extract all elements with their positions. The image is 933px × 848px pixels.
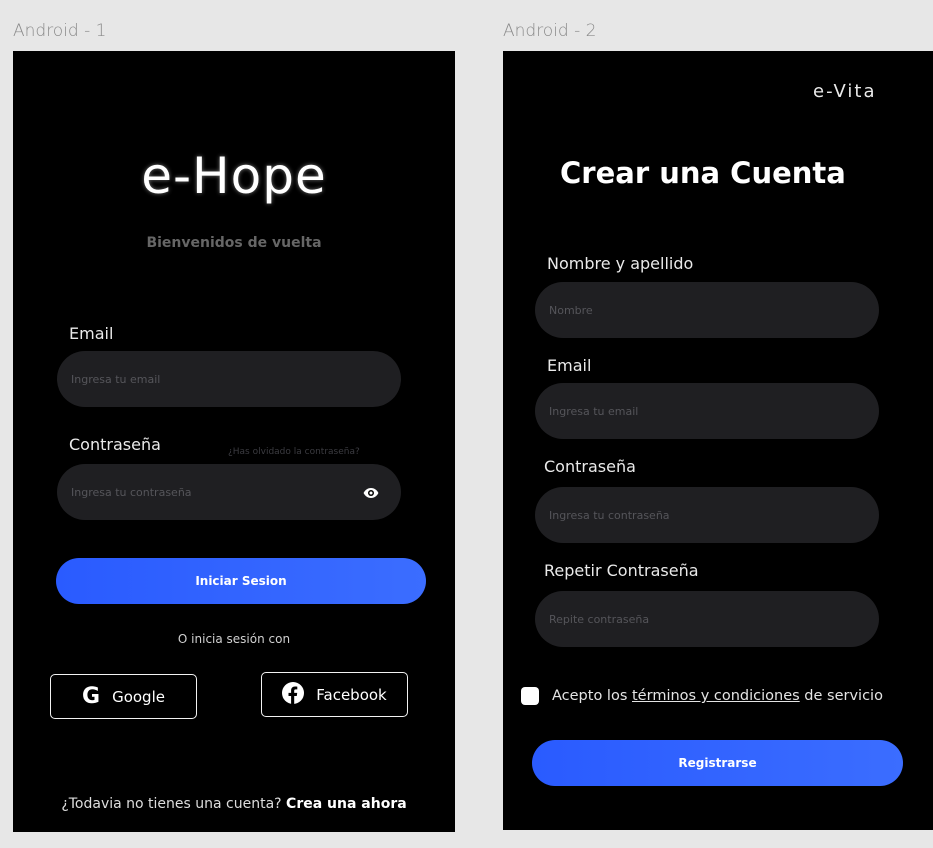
page-title: Crear una Cuenta (560, 156, 846, 190)
create-account-link[interactable]: Crea una ahora (286, 796, 407, 812)
no-account-text: ¿Todavia no tienes una cuenta? (61, 796, 282, 812)
facebook-label: Facebook (316, 685, 387, 704)
repeat-password-field[interactable] (535, 591, 879, 647)
register-button[interactable]: Registrarse (532, 740, 903, 786)
app-logo: e-Hope (141, 147, 327, 205)
email-field[interactable] (57, 351, 401, 407)
forgot-password-link[interactable]: ¿Has olvidado la contraseña? (228, 447, 360, 457)
google-button[interactable]: G Google (50, 674, 197, 719)
brand-name: e-Vita (813, 81, 877, 102)
email-label: Email (547, 356, 592, 375)
signup-prompt: ¿Todavia no tienes una cuenta? Crea una … (13, 796, 455, 812)
repeat-password-label: Repetir Contraseña (544, 561, 699, 580)
welcome-subtitle: Bienvenidos de vuelta (146, 235, 322, 251)
password-label: Contraseña (544, 457, 636, 476)
password-field[interactable] (57, 464, 401, 520)
register-screen: e-Vita Crear una Cuenta Nombre y apellid… (503, 51, 933, 830)
terms-link[interactable]: términos y condiciones (632, 688, 800, 704)
login-button[interactable]: Iniciar Sesion (56, 558, 426, 604)
frame-label-login: Android - 1 (13, 21, 107, 41)
email-field[interactable] (535, 383, 879, 439)
login-screen: e-Hope Bienvenidos de vuelta Email Contr… (13, 51, 455, 832)
terms-checkbox[interactable] (521, 687, 539, 705)
email-label: Email (69, 324, 114, 343)
google-label: Google (112, 687, 165, 706)
alt-login-text: O inicia sesión con (177, 632, 291, 646)
google-icon: G (82, 684, 101, 709)
terms-suffix: de servicio (804, 688, 883, 704)
terms-text: Acepto los términos y condiciones de ser… (552, 688, 883, 704)
eye-icon[interactable] (361, 486, 381, 500)
frame-label-register: Android - 2 (503, 21, 597, 41)
password-field[interactable] (535, 487, 879, 543)
facebook-button[interactable]: Facebook (261, 672, 408, 717)
terms-prefix: Acepto los (552, 688, 628, 704)
password-label: Contraseña (69, 435, 161, 454)
name-field[interactable] (535, 282, 879, 338)
facebook-icon (282, 681, 305, 708)
name-label: Nombre y apellido (547, 254, 694, 273)
